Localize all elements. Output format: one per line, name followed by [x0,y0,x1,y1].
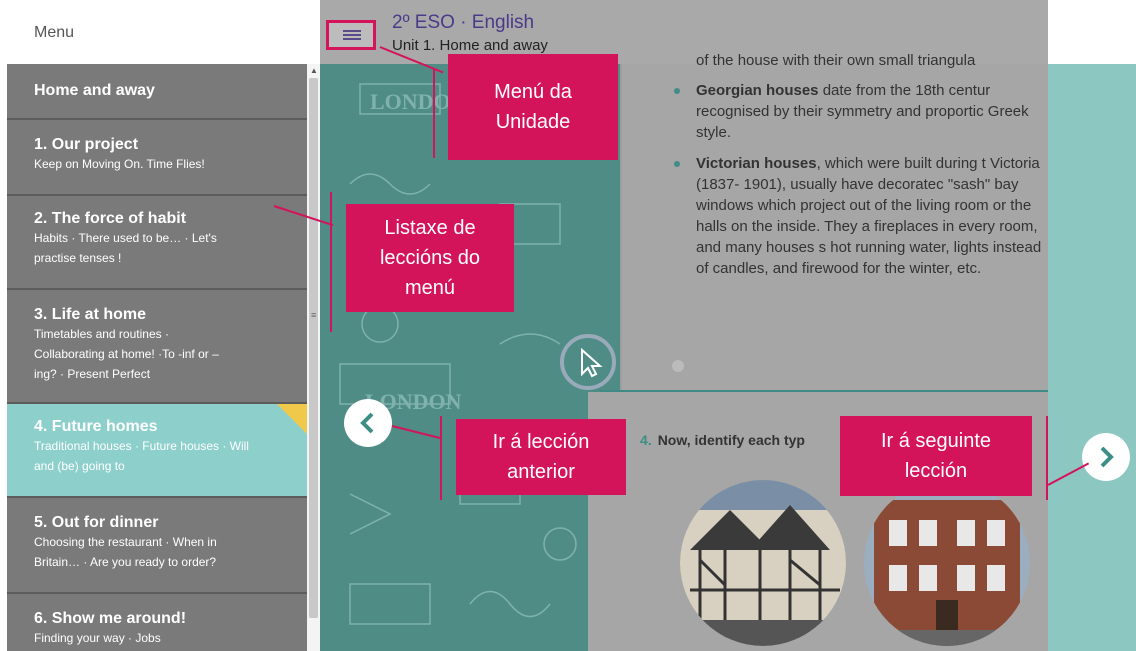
lesson-title: 5. Out for dinner [34,514,159,531]
cursor-tool-button[interactable] [560,334,616,390]
exercise-prompt: 4. Now, identify each typ [640,432,805,448]
victorian-paragraph: Victorian houses, which were built durin… [696,153,1056,279]
lesson-title: 1. Our project [34,136,139,153]
lesson-text-panel: of the house with their own small triang… [622,52,1048,390]
page-indicator-dot[interactable] [672,360,684,372]
callout-leader-line [440,416,442,500]
lesson-subtitle: Habits · There used to be… · Let's pract… [34,231,217,265]
lesson-sidebar: Menu Home and away 1. Our project Keep o… [0,0,320,651]
callout-unit-menu: Menú da Unidade [448,54,618,160]
sidebar-unit-title: Home and away [34,82,155,99]
callout-leader-line [1046,416,1048,500]
hamburger-icon-line [343,30,361,32]
sidebar-scrollbar[interactable]: ▲ ≡ [307,64,320,651]
sidebar-item-lesson-4[interactable]: 4. Future homes Traditional houses · Fut… [7,404,307,498]
callout-leader-line [330,192,332,332]
callout-leader-line [433,68,435,158]
tudor-house-photo [680,480,846,646]
lesson-title: 3. Life at home [34,306,147,323]
sidebar-item-lesson-2[interactable]: 2. The force of habit Habits · There use… [7,196,307,290]
cut-off-text: of the house with their own small triang… [696,52,976,69]
lesson-subtitle: Traditional houses · Future houses · Wil… [34,439,249,473]
chevron-left-icon [360,412,374,434]
sidebar-item-lesson-3[interactable]: 3. Life at home Timetables and routines … [7,290,307,404]
menu-title: Menu [34,24,75,41]
lesson-title: 2. The force of habit [34,210,187,227]
lesson-list: Home and away 1. Our project Keep on Mov… [7,64,307,651]
sidebar-unit-header[interactable]: Home and away [7,64,307,120]
georgian-house-photo [864,480,1030,646]
chevron-right-icon [1100,446,1114,468]
callout-lesson-list: Listaxe de leccións do menú [346,204,514,312]
callout-previous-lesson: Ir á lección anterior [456,419,626,495]
sidebar-item-lesson-6[interactable]: 6. Show me around! Finding your way · Jo… [7,594,307,651]
active-marker [277,404,307,434]
lesson-subtitle: Timetables and routines · Collaborating … [34,327,219,381]
lesson-subtitle: Finding your way · Jobs [34,631,161,645]
pattern-panel-right [1048,64,1136,651]
scroll-up-arrow-icon[interactable]: ▲ [310,66,318,75]
georgian-paragraph: Georgian houses date from the 18th centu… [696,80,1056,143]
bullet-icon [674,88,680,94]
hamburger-icon-line [343,38,361,40]
hamburger-icon-line [343,34,361,36]
bullet-icon [674,161,680,167]
toolbar-right [1048,0,1136,64]
unit-menu-button[interactable] [326,20,376,50]
sidebar-item-lesson-1[interactable]: 1. Our project Keep on Moving On. Time F… [7,120,307,196]
exercise-number: 4. [640,432,652,448]
lesson-title: 6. Show me around! [34,610,187,627]
lesson-title: 4. Future homes [34,418,158,435]
cursor-icon [581,347,603,378]
sidebar-item-lesson-5[interactable]: 5. Out for dinner Choosing the restauran… [7,498,307,594]
page-title: 2º ESO · English [392,12,535,33]
victorian-heading: Victorian houses [696,155,817,172]
reader-main: LONDON LONDON 2º ESO · English Unit 1. H… [320,0,1136,651]
unit-subtitle: Unit 1. Home and away [392,37,548,54]
lesson-subtitle: Choosing the restaurant · When in Britai… [34,535,217,569]
scroll-grip-icon: ≡ [311,310,317,320]
previous-lesson-button[interactable] [344,399,392,447]
lesson-subtitle: Keep on Moving On. Time Flies! [34,157,205,171]
next-lesson-button[interactable] [1082,433,1130,481]
georgian-heading: Georgian houses [696,82,819,99]
scroll-thumb[interactable] [309,78,318,618]
callout-next-lesson: Ir á seguinte lección [840,416,1032,496]
exercise-text: Now, identify each typ [657,432,805,448]
victorian-text: , which were built during t Victoria (18… [696,155,1042,277]
